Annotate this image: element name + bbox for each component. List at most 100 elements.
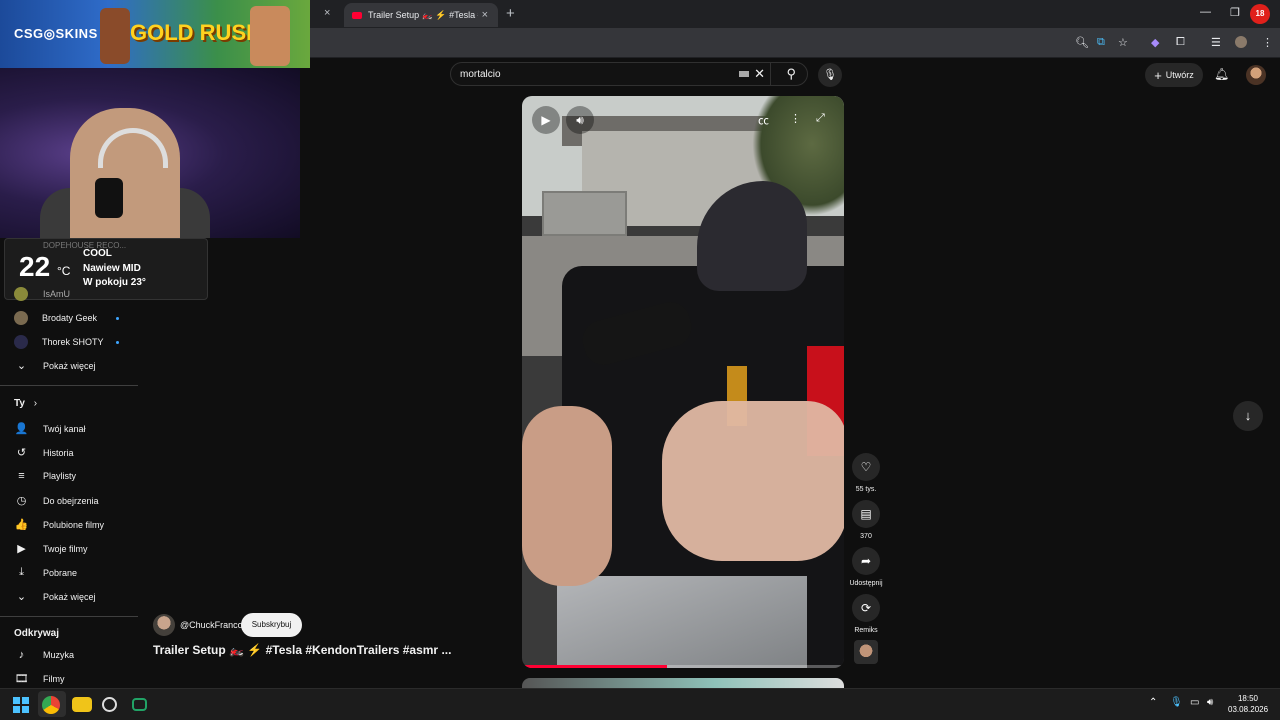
extensions-puzzle-icon[interactable]: ⧠ xyxy=(1176,36,1185,49)
sidebar-item-label: Twoje filmy xyxy=(43,543,88,554)
tray-display-icon[interactable]: ▭ xyxy=(1190,697,1199,708)
share-icon[interactable]: ➦ xyxy=(852,547,880,575)
banner-character-left xyxy=(100,8,130,64)
sidebar-item-playlists[interactable]: ≡ Playlisty xyxy=(14,470,76,482)
play-icon[interactable]: ▶ xyxy=(532,106,560,134)
clear-search-icon[interactable]: ✕ xyxy=(754,66,765,82)
sidebar-item-label: Do obejrzenia xyxy=(43,495,99,506)
windows-start-icon[interactable] xyxy=(13,697,29,713)
tray-volume-icon[interactable]: 🔊︎ xyxy=(1207,697,1213,708)
next-short-preview[interactable] xyxy=(522,678,844,688)
sidebar-item-label: Twój kanał xyxy=(43,423,86,434)
heart-icon[interactable]: ♡ xyxy=(852,453,880,481)
remix-action[interactable]: ⟳ Remiks xyxy=(851,594,881,634)
sidebar-sub-label: Thorek SHOTY xyxy=(42,337,104,347)
comment-action[interactable]: ▤ 370 xyxy=(851,500,881,540)
app-icon[interactable] xyxy=(102,697,117,712)
new-tab-icon[interactable]: + xyxy=(506,5,515,22)
notification-badge: 18 xyxy=(1250,4,1270,24)
tray-chevron-icon[interactable]: ⌃ xyxy=(1149,697,1157,708)
film-icon: 🎞 xyxy=(14,673,29,685)
browser-menu-icon[interactable]: ⋮ xyxy=(1262,36,1273,49)
banner-game-title: GOLD RUSH xyxy=(130,20,262,45)
sidebar-sub-label: Brodaty Geek xyxy=(42,313,98,323)
file-explorer-icon[interactable] xyxy=(72,697,92,712)
account-avatar[interactable] xyxy=(1246,65,1266,85)
profile-avatar-icon[interactable] xyxy=(1235,36,1247,48)
keyboard-icon[interactable] xyxy=(739,71,749,77)
sidebar-item-watch-later[interactable]: ◷ Do obejrzenia xyxy=(14,494,99,507)
like-action[interactable]: ♡ 55 tys. xyxy=(851,453,881,493)
previous-tab-close-icon[interactable]: × xyxy=(324,7,330,19)
reading-list-icon[interactable]: ☰ xyxy=(1211,36,1221,49)
sidebar-item-your-videos[interactable]: ▶ Twoje filmy xyxy=(14,542,88,555)
sidebar-sub-dim[interactable]: IsAmU xyxy=(43,289,70,299)
sidebar-item-movies[interactable]: 🎞 Filmy xyxy=(14,672,65,685)
sidebar-item-music[interactable]: ♪ Muzyka xyxy=(14,649,74,661)
clock-icon: ◷ xyxy=(16,495,27,507)
weather-unit: °C xyxy=(57,264,71,278)
download-icon: ⤓ xyxy=(19,566,24,578)
taskbar xyxy=(0,688,1280,720)
restore-icon[interactable]: ❐ xyxy=(1230,6,1240,19)
share-label: Udostępnij xyxy=(849,580,883,587)
share-action[interactable]: ➦ Udostępnij xyxy=(849,547,883,587)
tab-close-icon[interactable]: × xyxy=(482,9,488,21)
captions-icon[interactable]: ㏄ xyxy=(758,112,769,128)
sidebar-section-you[interactable]: Ty › xyxy=(14,398,37,409)
chrome-icon[interactable] xyxy=(42,696,60,714)
short-title[interactable]: Trailer Setup 🏍️ ⚡ #Tesla #KendonTrailer… xyxy=(153,643,451,657)
video-scene-hand-right xyxy=(662,401,844,561)
volume-icon[interactable]: 🔊︎ xyxy=(566,106,594,134)
search-input[interactable]: mortalcio xyxy=(460,69,501,80)
arrow-down-icon[interactable]: ↓ xyxy=(1233,401,1263,431)
sidebar-item-label: Playlisty xyxy=(43,471,77,481)
sidebar-sub-dim[interactable]: DOPEHOUSE RECO... xyxy=(43,241,126,250)
sound-source-thumbnail[interactable] xyxy=(854,640,878,664)
playlist-icon: ≡ xyxy=(18,470,25,482)
microphone-icon xyxy=(95,178,123,218)
sidebar-item-liked[interactable]: 👍 Polubione filmy xyxy=(14,518,104,531)
sidebar-sub-brodaty-geek[interactable]: Brodaty Geek xyxy=(14,311,119,325)
comment-icon[interactable]: ▤ xyxy=(852,500,880,528)
section-title: Ty xyxy=(14,398,25,409)
sidebar-sub-thorek-shoty[interactable]: Thorek SHOTY xyxy=(14,335,119,349)
sidebar-show-more-2[interactable]: ⌄ Pokaż więcej xyxy=(14,590,96,603)
weather-temp: 22 xyxy=(19,251,51,282)
fullscreen-icon[interactable]: ⤢ xyxy=(816,112,825,125)
sidebar-item-your-channel[interactable]: 👤 Twój kanał xyxy=(14,422,86,435)
tray-mic-icon[interactable]: 🎙 xyxy=(1170,697,1183,708)
taskbar-clock[interactable]: 18:50 03.08.2026 xyxy=(1228,693,1268,715)
sidebar-item-history[interactable]: ↺ Historia xyxy=(14,446,74,459)
install-app-icon[interactable]: ⧉ xyxy=(1097,36,1105,49)
sidebar-item-label: Pokaż więcej xyxy=(43,591,96,602)
subscribe-button[interactable]: Subskrybuj xyxy=(241,613,302,637)
sidebar-item-downloads[interactable]: ⤓ Pobrane xyxy=(14,566,77,579)
sidebar-show-more[interactable]: ⌄ Pokaż więcej xyxy=(14,359,96,372)
remix-icon[interactable]: ⟳ xyxy=(852,594,880,622)
channel-name[interactable]: @ChuckFranco xyxy=(180,620,243,630)
video-icon: ▶ xyxy=(17,543,26,555)
zoom-icon[interactable]: 🔍︎ xyxy=(1075,36,1089,49)
video-progress-bar[interactable] xyxy=(522,665,844,668)
sidebar-divider xyxy=(0,616,138,617)
browser-tab-active[interactable]: Trailer Setup 🏍️ ⚡ #Tesla #Ken × xyxy=(344,3,498,27)
video-scene-hand-left xyxy=(522,406,612,586)
create-button[interactable]: + Utwórz xyxy=(1145,63,1203,87)
webcam-person xyxy=(70,108,180,238)
minimize-icon[interactable]: — xyxy=(1200,6,1211,18)
channel-avatar[interactable] xyxy=(153,614,175,636)
extension-icon[interactable]: ◆ xyxy=(1151,36,1159,49)
search-icon[interactable]: ⚲ xyxy=(786,66,796,82)
excel-icon[interactable] xyxy=(132,698,147,711)
bell-icon[interactable]: 🔔︎ xyxy=(1214,67,1229,81)
weather-line-3: W pokoju 23° xyxy=(83,277,146,288)
bookmark-star-icon[interactable]: ☆ xyxy=(1118,36,1128,49)
more-options-icon[interactable]: ⋮ xyxy=(790,112,801,125)
voice-search-icon[interactable]: 🎙 xyxy=(818,63,842,87)
search-box[interactable]: mortalcio ✕ ⚲ xyxy=(450,62,808,86)
short-video-player[interactable]: ▶ 🔊︎ ㏄ ⋮ ⤢ xyxy=(522,96,844,668)
sidebar-item-label: Muzyka xyxy=(43,650,75,660)
sidebar-item-label: Pobrane xyxy=(43,567,78,578)
comment-count: 370 xyxy=(860,533,872,540)
